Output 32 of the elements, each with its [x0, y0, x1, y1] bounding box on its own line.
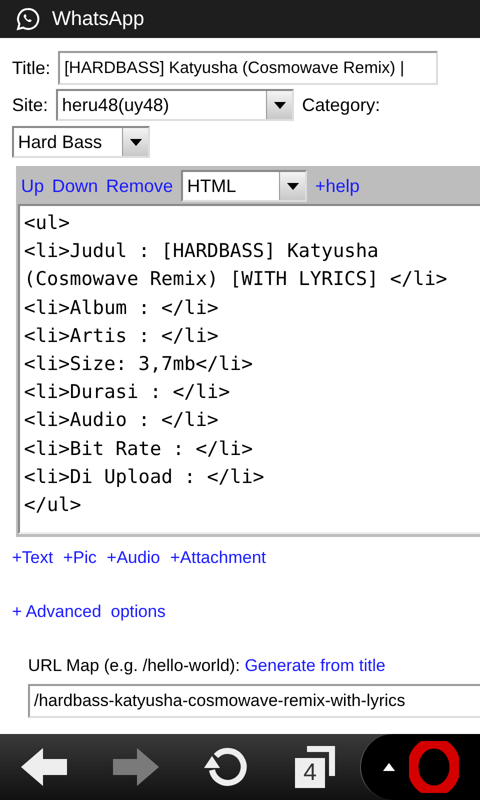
forward-arrow-icon — [111, 748, 159, 786]
site-select[interactable]: heru48(uy48) — [56, 89, 294, 121]
help-link[interactable]: +help — [315, 172, 360, 200]
url-field[interactable]: /hardbass-katyusha-cosmowave-remix-with-lyrics — [28, 684, 480, 718]
toolbar-link[interactable]: Up — [21, 172, 44, 200]
category-select[interactable]: Hard Bass — [12, 126, 150, 158]
reload-icon — [202, 746, 248, 788]
add-link[interactable]: +Audio — [106, 545, 160, 570]
add-link[interactable]: +Text — [12, 545, 54, 570]
chat-bubble-icon — [16, 7, 40, 31]
caret-icon — [286, 182, 299, 190]
app-title: WhatsApp — [52, 7, 144, 32]
toolbar-link[interactable]: Down — [52, 172, 98, 200]
opera-logo-icon — [408, 741, 458, 793]
format-select[interactable]: HTML — [181, 170, 308, 202]
title-field[interactable]: [HARDBASS] Katyusha (Cosmowave Remix) | — [58, 51, 438, 85]
opera-menu-button[interactable] — [360, 734, 480, 800]
title-label: Title: — [12, 56, 50, 80]
back-arrow-icon — [21, 748, 69, 786]
site-label: Site: — [12, 94, 48, 116]
toolbar-link[interactable]: Remove — [106, 172, 174, 200]
category-label: Category: — [302, 94, 380, 117]
caret-icon — [130, 138, 142, 146]
tabs-button[interactable]: 4 — [270, 734, 360, 800]
code-editor-field[interactable]: <ul> <li>Judul : [HARDBASS] Katyusha (Cosmowave Remix) [WITH LYRICS] </li> <li>Album : </li> <li>Artis : </li> <li>Size: 3,7mb</li> <li>Durasi : </li> <li>Audio : </li> <li>Bit Rate : </li> <li>Di Upload : </li> </ul> — [18, 204, 480, 534]
caret-icon — [382, 763, 394, 771]
advanced-options-link[interactable]: + Advanced options — [12, 598, 166, 624]
caret-icon — [274, 102, 286, 108]
url-map-label: URL Map (e.g. /hello-world): Generate from title — [28, 655, 386, 677]
add-link[interactable]: +Pic — [63, 545, 97, 570]
add-link[interactable]: +Attachment — [170, 545, 266, 570]
generate-from-title-link[interactable]: Generate from title — [244, 656, 386, 675]
